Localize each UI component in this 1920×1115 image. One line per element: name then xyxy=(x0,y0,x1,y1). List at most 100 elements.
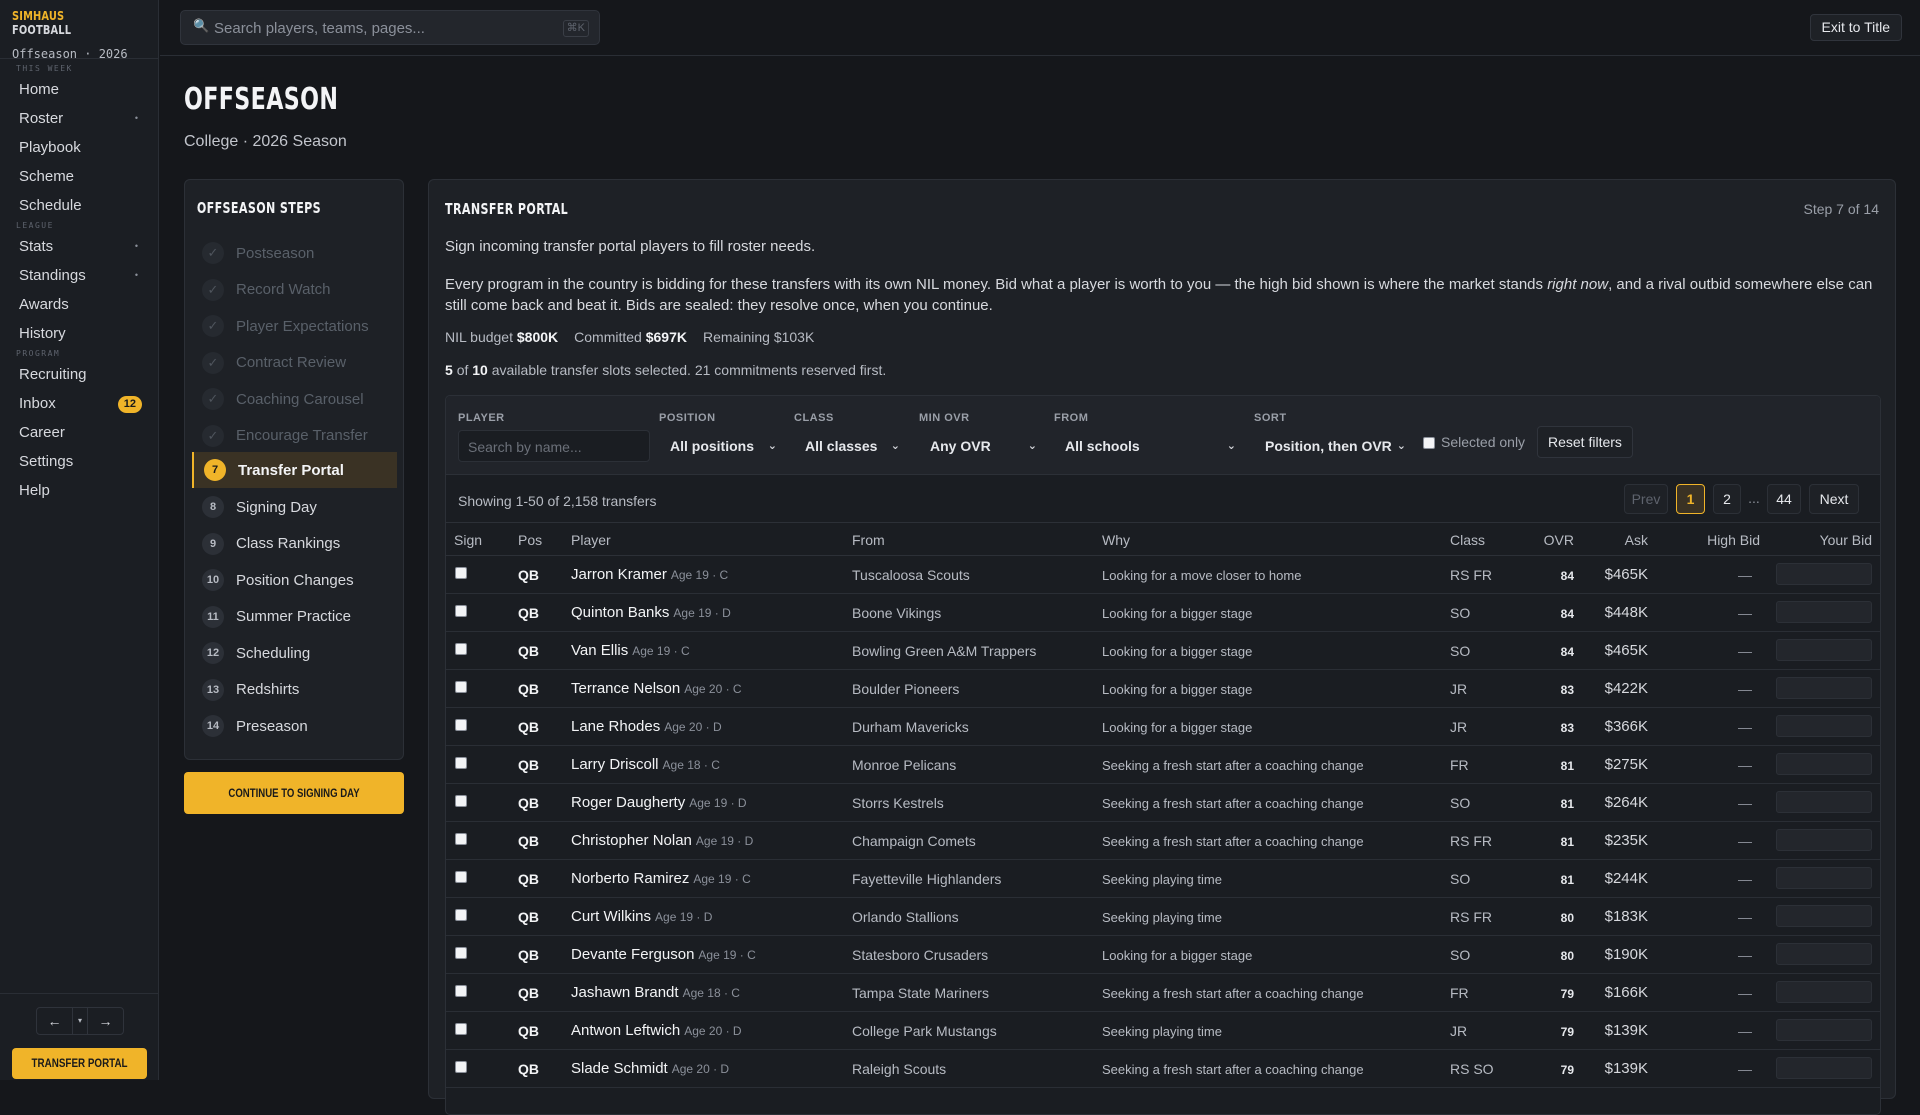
col-sign[interactable]: Sign xyxy=(454,532,482,548)
your-bid-input[interactable] xyxy=(1776,867,1872,889)
sidebar-item-home[interactable]: Home xyxy=(0,75,158,104)
player-search-input[interactable]: Search by name... xyxy=(458,430,650,462)
player-name[interactable]: Jashawn Brandt xyxy=(571,984,679,1001)
player-cell[interactable]: Roger Daugherty Age 19 · D xyxy=(571,794,747,811)
sidebar-item-awards[interactable]: Awards xyxy=(0,290,158,319)
position-select[interactable]: All positions ⌄ xyxy=(659,430,777,462)
player-name[interactable]: Devante Ferguson xyxy=(571,946,694,963)
sign-checkbox[interactable] xyxy=(455,795,467,807)
your-bid-input[interactable] xyxy=(1776,1057,1872,1079)
your-bid-input[interactable] xyxy=(1776,943,1872,965)
sidebar-item-settings[interactable]: Settings xyxy=(0,447,158,476)
selected-only-checkbox[interactable] xyxy=(1423,437,1435,449)
sidebar-item-history[interactable]: History xyxy=(0,319,158,348)
your-bid-input[interactable] xyxy=(1776,715,1872,737)
step-record-watch[interactable]: ✓ Record Watch xyxy=(192,272,397,308)
search-input[interactable]: Search players, teams, pages... xyxy=(214,20,425,37)
transfer-portal-button[interactable]: TRANSFER PORTAL xyxy=(12,1048,147,1079)
selected-only-label[interactable]: Selected only xyxy=(1441,434,1525,450)
sort-select[interactable]: Position, then OVR ⌄ xyxy=(1254,430,1406,462)
your-bid-input[interactable] xyxy=(1776,1019,1872,1041)
global-search[interactable]: 🔍 Search players, teams, pages... ⌘K xyxy=(180,10,600,45)
col-why[interactable]: Why xyxy=(1102,532,1130,548)
your-bid-input[interactable] xyxy=(1776,563,1872,585)
player-cell[interactable]: Terrance Nelson Age 20 · C xyxy=(571,680,742,697)
sidebar-item-playbook[interactable]: Playbook xyxy=(0,133,158,162)
step-player-expectations[interactable]: ✓ Player Expectations xyxy=(192,308,397,344)
player-cell[interactable]: Slade Schmidt Age 20 · D xyxy=(571,1060,729,1077)
prev-page-button[interactable]: Prev xyxy=(1624,484,1668,514)
player-name[interactable]: Jarron Kramer xyxy=(571,566,667,583)
your-bid-input[interactable] xyxy=(1776,639,1872,661)
player-cell[interactable]: Antwon Leftwich Age 20 · D xyxy=(571,1022,742,1039)
sign-checkbox[interactable] xyxy=(455,757,467,769)
min-ovr-select[interactable]: Any OVR ⌄ xyxy=(919,430,1037,462)
sidebar-item-recruiting[interactable]: Recruiting xyxy=(0,360,158,389)
your-bid-input[interactable] xyxy=(1776,753,1872,775)
player-cell[interactable]: Jarron Kramer Age 19 · C xyxy=(571,566,728,583)
step-class-rankings[interactable]: 9 Class Rankings xyxy=(192,526,397,562)
your-bid-input[interactable] xyxy=(1776,829,1872,851)
forward-arrow-icon[interactable]: → xyxy=(88,1008,123,1034)
sign-checkbox[interactable] xyxy=(455,909,467,921)
step-signing-day[interactable]: 8 Signing Day xyxy=(192,489,397,525)
sign-checkbox[interactable] xyxy=(455,567,467,579)
sign-checkbox[interactable] xyxy=(455,643,467,655)
player-name[interactable]: Lane Rhodes xyxy=(571,718,660,735)
player-name[interactable]: Roger Daugherty xyxy=(571,794,685,811)
step-redshirts[interactable]: 13 Redshirts xyxy=(192,672,397,708)
step-scheduling[interactable]: 12 Scheduling xyxy=(192,635,397,671)
player-name[interactable]: Christopher Nolan xyxy=(571,832,692,849)
history-menu-icon[interactable]: ▾ xyxy=(72,1008,88,1034)
player-cell[interactable]: Devante Ferguson Age 19 · C xyxy=(571,946,756,963)
sidebar-item-inbox[interactable]: Inbox 12 xyxy=(0,389,158,418)
sign-checkbox[interactable] xyxy=(455,1061,467,1073)
sidebar-item-schedule[interactable]: Schedule xyxy=(0,191,158,220)
page-1-button[interactable]: 1 xyxy=(1676,484,1705,514)
sidebar-item-scheme[interactable]: Scheme xyxy=(0,162,158,191)
step-transfer-portal[interactable]: 7 Transfer Portal xyxy=(192,452,397,488)
player-cell[interactable]: Van Ellis Age 19 · C xyxy=(571,642,690,659)
player-cell[interactable]: Norberto Ramirez Age 19 · C xyxy=(571,870,751,887)
sidebar-item-roster[interactable]: Roster • xyxy=(0,104,158,133)
col-from[interactable]: From xyxy=(852,532,885,548)
sign-checkbox[interactable] xyxy=(455,719,467,731)
col-high-bid[interactable]: High Bid xyxy=(1707,532,1760,548)
back-arrow-icon[interactable]: ← xyxy=(37,1008,72,1034)
sign-checkbox[interactable] xyxy=(455,681,467,693)
step-coaching-carousel[interactable]: ✓ Coaching Carousel xyxy=(192,381,397,417)
player-name[interactable]: Norberto Ramirez xyxy=(571,870,689,887)
col-player[interactable]: Player xyxy=(571,532,611,548)
player-name[interactable]: Van Ellis xyxy=(571,642,628,659)
your-bid-input[interactable] xyxy=(1776,677,1872,699)
player-name[interactable]: Quinton Banks xyxy=(571,604,669,621)
player-cell[interactable]: Curt Wilkins Age 19 · D xyxy=(571,908,712,925)
exit-to-title-button[interactable]: Exit to Title xyxy=(1809,14,1902,41)
your-bid-input[interactable] xyxy=(1776,905,1872,927)
player-name[interactable]: Curt Wilkins xyxy=(571,908,651,925)
step-postseason[interactable]: ✓ Postseason xyxy=(192,235,397,271)
sidebar-item-help[interactable]: Help xyxy=(0,476,158,505)
player-cell[interactable]: Jashawn Brandt Age 18 · C xyxy=(571,984,740,1001)
player-name[interactable]: Larry Driscoll xyxy=(571,756,659,773)
step-preseason[interactable]: 14 Preseason xyxy=(192,708,397,744)
player-cell[interactable]: Christopher Nolan Age 19 · D xyxy=(571,832,753,849)
sidebar-item-standings[interactable]: Standings • xyxy=(0,261,158,290)
col-class[interactable]: Class xyxy=(1450,532,1485,548)
sign-checkbox[interactable] xyxy=(455,985,467,997)
col-pos[interactable]: Pos xyxy=(518,532,542,548)
sidebar-item-stats[interactable]: Stats • xyxy=(0,232,158,261)
step-summer-practice[interactable]: 11 Summer Practice xyxy=(192,599,397,635)
page-2-button[interactable]: 2 xyxy=(1713,484,1741,514)
sign-checkbox[interactable] xyxy=(455,871,467,883)
your-bid-input[interactable] xyxy=(1776,791,1872,813)
step-encourage-transfer[interactable]: ✓ Encourage Transfer xyxy=(192,418,397,454)
player-name[interactable]: Antwon Leftwich xyxy=(571,1022,680,1039)
sign-checkbox[interactable] xyxy=(455,833,467,845)
player-cell[interactable]: Larry Driscoll Age 18 · C xyxy=(571,756,720,773)
col-ovr[interactable]: OVR xyxy=(1544,532,1574,548)
col-ask[interactable]: Ask xyxy=(1625,532,1648,548)
sign-checkbox[interactable] xyxy=(455,947,467,959)
continue-button[interactable]: CONTINUE TO SIGNING DAY xyxy=(184,772,404,814)
step-position-changes[interactable]: 10 Position Changes xyxy=(192,562,397,598)
